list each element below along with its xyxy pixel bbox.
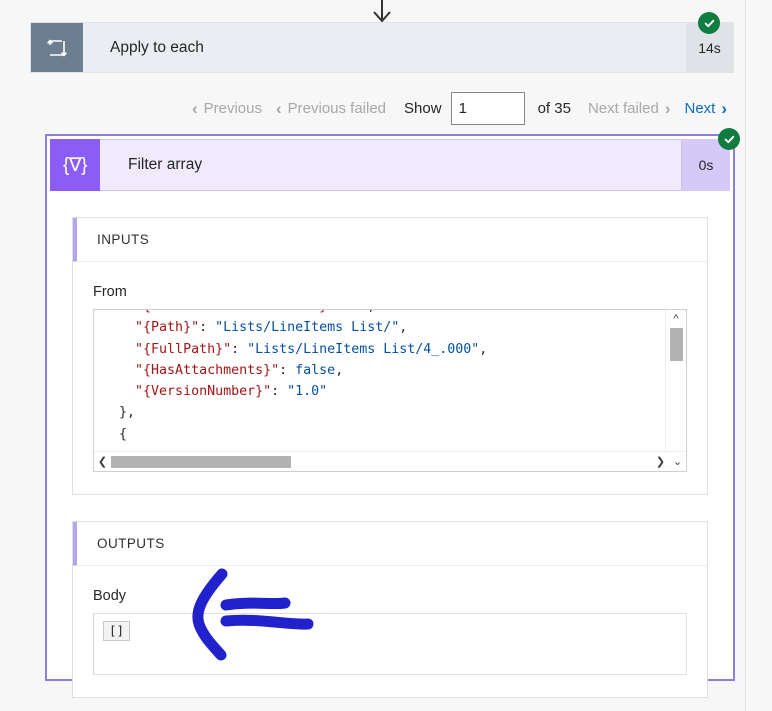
inputs-body: From "{FilenameWithExtension}": "", "{Pa…	[73, 262, 707, 494]
check-circle-icon	[718, 128, 740, 150]
chevron-down-icon[interactable]: ⌄	[669, 455, 686, 468]
total-pages-label: of 35	[537, 99, 571, 117]
next-failed-label: Next failed	[587, 99, 659, 117]
body-output-value: []	[103, 621, 131, 641]
horizontal-scrollbar[interactable]: ❮ ❯ ⌄	[94, 451, 686, 471]
filter-array-card: {∇} Filter array 0s INPUTS From "{Filena…	[45, 128, 740, 698]
chevron-right-icon: ›	[664, 98, 671, 118]
inputs-json-code: "{FilenameWithExtension}": "", "{Path}":…	[119, 310, 488, 442]
code-scroll-area: "{FilenameWithExtension}": "", "{Path}":…	[94, 310, 665, 451]
outputs-body: Body []	[73, 566, 707, 697]
horizontal-scrollbar-thumb[interactable]	[111, 456, 291, 468]
vertical-scrollbar[interactable]: ^	[665, 310, 686, 451]
vertical-scrollbar-thumb[interactable]	[670, 328, 683, 361]
body-label: Body	[93, 588, 127, 604]
filter-array-header[interactable]: {∇} Filter array 0s	[50, 128, 740, 191]
body-output-box[interactable]: []	[93, 613, 687, 675]
chevron-up-icon[interactable]: ^	[666, 310, 686, 327]
loop-repeat-icon	[31, 23, 83, 72]
inputs-code-viewer[interactable]: "{FilenameWithExtension}": "", "{Path}":…	[93, 309, 687, 472]
next-failed-button[interactable]: Next failed ›	[581, 100, 678, 117]
apply-to-each-action[interactable]: Apply to each 14s	[30, 12, 734, 73]
show-label: Show	[404, 99, 442, 117]
inputs-section: INPUTS From "{FilenameWithExtension}": "…	[72, 217, 708, 495]
apply-to-each-title: Apply to each	[110, 38, 204, 56]
filter-braces-glyph: {∇}	[63, 154, 87, 176]
pagination-bar: ‹ Previous ‹ Previous failed Show of 35 …	[0, 90, 734, 126]
previous-failed-label: Previous failed	[287, 99, 387, 117]
filter-array-title: Filter array	[100, 139, 682, 191]
from-label: From	[93, 284, 127, 300]
page-number-input[interactable]	[450, 91, 525, 125]
page-divider	[745, 0, 746, 711]
chevron-left-icon[interactable]: ❮	[94, 455, 111, 468]
chevron-left-icon: ‹	[191, 98, 198, 118]
chevron-left-icon: ‹	[275, 98, 282, 118]
connector-arrow	[0, 0, 772, 24]
inputs-header: INPUTS	[73, 218, 707, 262]
horizontal-scrollbar-track[interactable]	[111, 452, 652, 471]
previous-label: Previous	[203, 99, 262, 117]
chevron-right-icon[interactable]: ❯	[652, 455, 669, 468]
filter-braces-icon: {∇}	[50, 139, 100, 191]
outputs-section: OUTPUTS Body []	[72, 521, 708, 698]
previous-button[interactable]: ‹ Previous	[185, 100, 269, 117]
next-button[interactable]: Next ›	[677, 100, 734, 117]
previous-failed-button[interactable]: ‹ Previous failed	[269, 100, 393, 117]
outputs-header: OUTPUTS	[73, 522, 707, 566]
next-label: Next	[684, 99, 716, 117]
check-circle-icon	[698, 12, 720, 34]
chevron-right-icon: ›	[721, 98, 727, 118]
